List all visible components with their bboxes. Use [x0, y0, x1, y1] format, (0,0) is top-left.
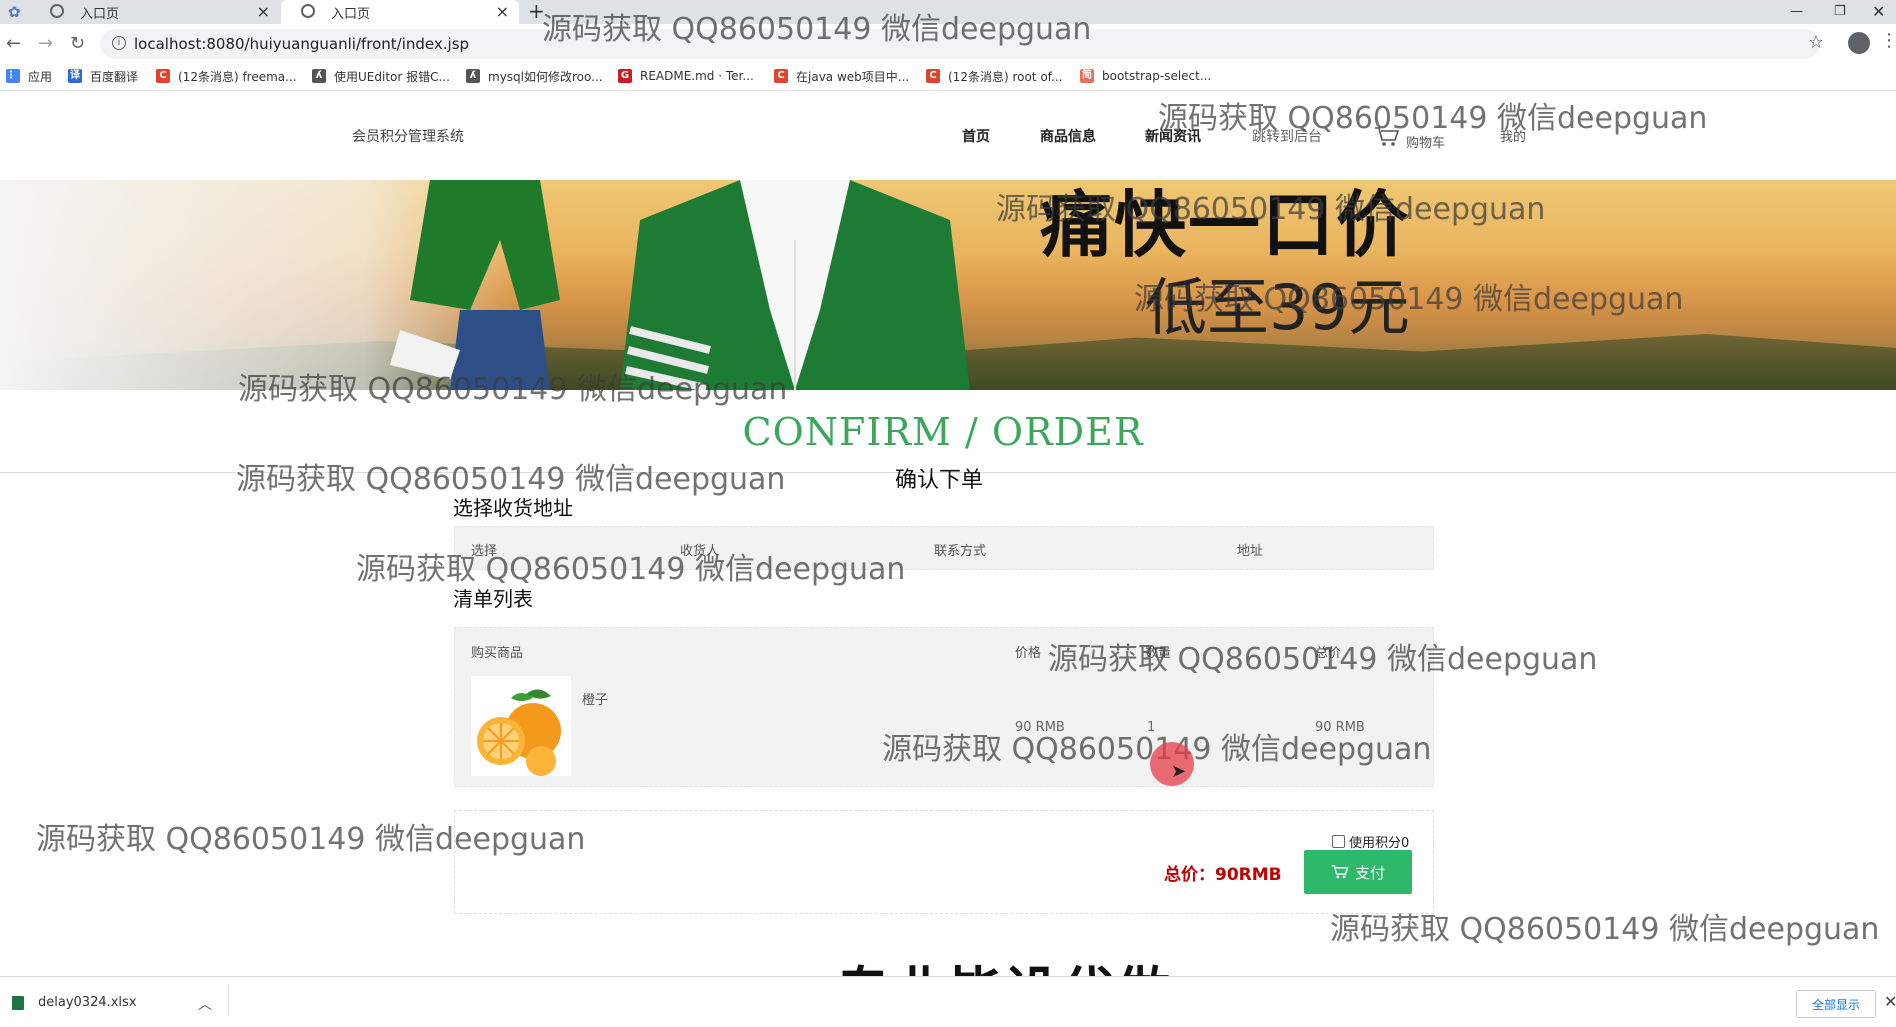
bookmark-label: (12条消息) freema... — [178, 69, 297, 84]
watermark: 源码获取 QQ86050149 微信deepguan — [1330, 912, 1880, 947]
pay-button[interactable]: 支付 — [1304, 850, 1412, 894]
mysql-icon: ʎ — [466, 69, 480, 83]
product-name[interactable]: 橙子 — [582, 689, 608, 708]
close-icon[interactable]: ✕ — [1884, 992, 1896, 1011]
chevron-up-icon[interactable]: ︿ — [198, 994, 212, 1014]
more-menu-icon[interactable]: ⋮ — [1880, 30, 1896, 51]
bookmark-label: 应用 — [28, 69, 53, 84]
address-header-address: 地址 — [1237, 544, 1264, 559]
use-points-checkbox[interactable] — [1332, 835, 1345, 848]
bookmark-item[interactable]: ⋮⋮ 应用 — [6, 66, 52, 86]
bookmark-item[interactable]: C (12条消息) freema... — [156, 66, 297, 86]
nav-products[interactable]: 商品信息 — [1040, 126, 1096, 146]
watermark: 源码获取 QQ86050149 微信deepguan — [1048, 642, 1598, 677]
nav-home[interactable]: 首页 — [962, 126, 990, 146]
model-image-left — [390, 180, 560, 390]
watermark: 源码获取 QQ86050149 微信deepguan — [542, 12, 1092, 47]
bookmark-star-icon[interactable]: ☆ — [1808, 32, 1824, 53]
watermark: 源码获取 QQ86050149 微信deepguan — [356, 552, 906, 587]
use-points-option[interactable]: 使用积分0 — [1332, 832, 1409, 851]
minimize-icon[interactable]: — — [1790, 0, 1803, 24]
show-all-button[interactable]: 全部显示 — [1796, 990, 1876, 1018]
download-item[interactable]: delay0324.xlsx — [12, 995, 137, 1010]
watermark: 源码获取 QQ86050149 微信deepguan — [36, 822, 586, 857]
window-close-icon[interactable]: ✕ — [1872, 0, 1885, 24]
tab-title: 入口页 — [80, 6, 120, 22]
close-icon[interactable]: × — [257, 2, 270, 21]
profile-avatar-icon[interactable] — [1848, 32, 1870, 54]
watermark: 源码获取 QQ86050149 微信deepguan — [996, 192, 1546, 227]
excel-file-icon — [12, 995, 24, 1010]
address-header-contact: 联系方式 — [934, 544, 987, 559]
baidu-translate-icon: 译 — [68, 69, 82, 83]
mouse-cursor-icon: ➤ — [1171, 761, 1187, 782]
watermark: 源码获取 QQ86050149 微信deepguan — [1158, 101, 1708, 136]
csdn-icon: C — [156, 69, 170, 83]
forward-icon[interactable]: → — [38, 30, 53, 58]
bookmark-item[interactable]: C 在java web项目中... — [774, 66, 909, 86]
bookmark-item[interactable]: ʎ 使用UEditor 报错C... — [312, 66, 450, 86]
pay-button-label: 支付 — [1354, 863, 1385, 882]
restore-icon[interactable]: ❐ — [1834, 0, 1846, 24]
bookmark-item[interactable]: 简 bootstrap-select... — [1080, 66, 1211, 86]
model-image-right — [620, 180, 970, 390]
bookmark-label: README.md · Ter... — [640, 69, 754, 83]
product-image-orange[interactable] — [471, 676, 571, 776]
bookmark-label: 使用UEditor 报错C... — [334, 69, 450, 84]
cart-header-price: 价格 — [1015, 646, 1042, 661]
site-brand[interactable]: 会员积分管理系统 — [352, 126, 464, 146]
tab-title: 入口页 — [331, 6, 371, 22]
download-filename: delay0324.xlsx — [38, 995, 137, 1010]
page-subheading: 确认下单 — [895, 468, 984, 493]
bookmark-label: 在java web项目中... — [796, 69, 910, 84]
url-text[interactable]: localhost:8080/huiyuanguanli/front/index… — [134, 34, 469, 54]
bookmark-item[interactable]: C (12条消息) root of... — [926, 66, 1062, 86]
info-icon[interactable]: i — [112, 36, 126, 50]
bookmark-label: (12条消息) root of... — [948, 69, 1063, 84]
globe-icon — [301, 4, 315, 18]
page-heading: CONFIRM / ORDER — [742, 410, 1144, 454]
globe-icon — [50, 4, 64, 18]
bookmark-item[interactable]: ʎ mysql如何修改roo... — [466, 66, 603, 86]
download-bar — [0, 976, 1896, 1021]
browser-tab-1[interactable]: 入口页 × — [30, 0, 280, 24]
watermark: 源码获取 QQ86050149 微信deepguan — [238, 372, 788, 407]
reload-icon[interactable]: ↻ — [70, 30, 85, 58]
csdn-icon: C — [774, 69, 788, 83]
watermark: 源码获取 QQ86050149 微信deepguan — [1134, 282, 1684, 317]
gitee-icon: G — [618, 69, 632, 83]
jianshu-icon: 简 — [1080, 69, 1094, 83]
watermark: 源码获取 QQ86050149 微信deepguan — [236, 462, 786, 497]
bookmark-label: mysql如何修改roo... — [488, 69, 603, 84]
cart-icon — [1331, 865, 1349, 879]
baidu-paw-icon[interactable]: ✿ — [8, 3, 26, 21]
ueditor-icon: ʎ — [312, 69, 326, 83]
bookmark-item[interactable]: G README.md · Ter... — [618, 66, 754, 86]
csdn-icon: C — [926, 69, 940, 83]
back-icon[interactable]: ← — [6, 30, 21, 58]
use-points-label: 使用积分0 — [1349, 836, 1410, 851]
bookmark-label: 百度翻译 — [90, 69, 139, 84]
apps-grid-icon: ⋮⋮ — [6, 69, 26, 83]
bookmark-label: bootstrap-select... — [1102, 69, 1212, 83]
divider — [228, 984, 229, 1016]
browser-tab-2[interactable]: 入口页 × — [281, 0, 519, 24]
payment-box — [454, 810, 1434, 914]
bookmark-item[interactable]: 译百度翻译 — [68, 66, 138, 86]
close-icon[interactable]: × — [496, 2, 509, 21]
order-total: 总价：90RMB — [1164, 865, 1282, 885]
cart-header-product: 购买商品 — [471, 646, 524, 661]
